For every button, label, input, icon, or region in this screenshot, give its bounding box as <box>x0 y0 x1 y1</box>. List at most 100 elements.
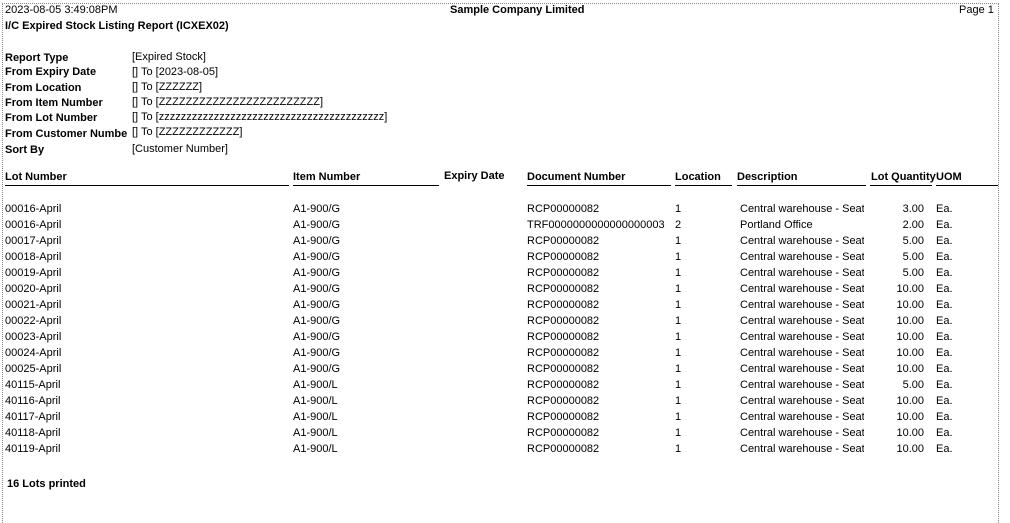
column-underline <box>527 185 671 186</box>
lot-number-cell: 00025-April <box>5 363 62 375</box>
table-row: 00016-April A1-900/G TRF0000000000000000… <box>0 219 1010 235</box>
table-row: 40115-April A1-900/L RCP00000082 1 Centr… <box>0 379 1010 395</box>
lot-number-cell: 00020-April <box>5 283 62 295</box>
table-row: 40117-April A1-900/L RCP00000082 1 Centr… <box>0 411 1010 427</box>
document-number-cell: RCP00000082 <box>527 427 600 439</box>
document-number-cell: RCP00000082 <box>527 363 600 375</box>
uom-cell: Ea. <box>936 299 953 311</box>
table-row: 00019-April A1-900/G RCP00000082 1 Centr… <box>0 267 1010 283</box>
document-number-cell: RCP00000082 <box>527 235 600 247</box>
lot-quantity-cell: 10.00 <box>896 283 924 295</box>
item-number-cell: A1-900/G <box>293 315 341 327</box>
location-cell: 1 <box>675 363 682 375</box>
item-number-cell: A1-900/L <box>293 411 338 423</box>
description-cell: Central warehouse - Seatt <box>740 427 864 439</box>
description-cell: Central warehouse - Seatt <box>740 283 864 295</box>
document-number-cell: RCP00000082 <box>527 347 600 359</box>
criteria-value: [Expired Stock] <box>132 51 206 63</box>
lot-number-cell: 00023-April <box>5 331 62 343</box>
lot-quantity-cell: 10.00 <box>896 299 924 311</box>
location-cell: 1 <box>675 235 682 247</box>
item-number-cell: A1-900/G <box>293 299 341 311</box>
lot-quantity-cell: 10.00 <box>896 331 924 343</box>
uom-cell: Ea. <box>936 379 953 391</box>
uom-cell: Ea. <box>936 331 953 343</box>
uom-cell: Ea. <box>936 363 953 375</box>
description-cell: Central warehouse - Seatt <box>740 267 864 279</box>
table-row: 40118-April A1-900/L RCP00000082 1 Centr… <box>0 427 1010 443</box>
criteria-value: [Customer Number] <box>132 143 228 155</box>
description-cell: Central warehouse - Seatt <box>740 315 864 327</box>
lot-number-cell: 40119-April <box>5 443 61 455</box>
location-cell: 1 <box>675 251 682 263</box>
lot-quantity-cell: 10.00 <box>896 443 924 455</box>
table-row: 00022-April A1-900/G RCP00000082 1 Centr… <box>0 315 1010 331</box>
lots-printed-summary: 16 Lots printed <box>7 478 86 490</box>
criteria-label: From Expiry Date <box>5 66 97 78</box>
uom-cell: Ea. <box>936 395 953 407</box>
location-cell: 1 <box>675 283 682 295</box>
item-number-cell: A1-900/G <box>293 267 341 279</box>
document-number-cell: RCP00000082 <box>527 395 600 407</box>
item-number-cell: A1-900/L <box>293 427 338 439</box>
description-cell: Central warehouse - Seatt <box>740 347 864 359</box>
description-cell: Central warehouse - Seatt <box>740 235 864 247</box>
criteria-value: [] To [zzzzzzzzzzzzzzzzzzzzzzzzzzzzzzzzz… <box>132 111 388 123</box>
item-number-cell: A1-900/L <box>293 443 338 455</box>
criteria-value: [] To [ZZZZZZZZZZZZ] <box>132 126 243 138</box>
description-cell: Central warehouse - Seatt <box>740 379 864 391</box>
lot-quantity-cell: 5.00 <box>902 251 924 263</box>
lot-number-cell: 00016-April <box>5 203 62 215</box>
criteria-label: From Item Number <box>5 97 103 109</box>
column-header-lot-quantity: Lot Quantity <box>871 171 936 183</box>
table-row: 00018-April A1-900/G RCP00000082 1 Centr… <box>0 251 1010 267</box>
lot-quantity-cell: 5.00 <box>902 267 924 279</box>
criteria-value: [] To [ZZZZZZ] <box>132 81 203 93</box>
document-number-cell: RCP00000082 <box>527 299 600 311</box>
location-cell: 1 <box>675 395 682 407</box>
column-header-expiry-date: Expiry Date <box>444 170 505 182</box>
table-row: 00025-April A1-900/G RCP00000082 1 Centr… <box>0 363 1010 379</box>
lot-number-cell: 40118-April <box>5 427 61 439</box>
document-number-cell: TRF0000000000000000003 <box>527 219 665 231</box>
item-number-cell: A1-900/G <box>293 283 341 295</box>
table-row: 00017-April A1-900/G RCP00000082 1 Centr… <box>0 235 1010 251</box>
location-cell: 1 <box>675 299 682 311</box>
page-number: Page 1 <box>959 4 994 16</box>
description-cell: Central warehouse - Seatt <box>740 395 864 407</box>
table-row: 00023-April A1-900/G RCP00000082 1 Centr… <box>0 331 1010 347</box>
uom-cell: Ea. <box>936 235 953 247</box>
lot-quantity-cell: 10.00 <box>896 363 924 375</box>
criteria-value: [] To [2023-08-05] <box>132 66 219 78</box>
lot-quantity-cell: 10.00 <box>896 395 924 407</box>
lot-number-cell: 00016-April <box>5 219 62 231</box>
document-number-cell: RCP00000082 <box>527 443 600 455</box>
lot-quantity-cell: 2.00 <box>902 219 924 231</box>
column-header-location: Location <box>675 171 721 183</box>
uom-cell: Ea. <box>936 411 953 423</box>
description-cell: Central warehouse - Seatt <box>740 331 864 343</box>
column-header-document-number: Document Number <box>527 171 626 183</box>
item-number-cell: A1-900/G <box>293 235 341 247</box>
item-number-cell: A1-900/G <box>293 363 341 375</box>
item-number-cell: A1-900/L <box>293 379 338 391</box>
lot-number-cell: 00019-April <box>5 267 62 279</box>
location-cell: 1 <box>675 203 682 215</box>
description-cell: Central warehouse - Seatt <box>740 203 864 215</box>
item-number-cell: A1-900/G <box>293 251 341 263</box>
report-title: I/C Expired Stock Listing Report (ICXEX0… <box>5 20 229 32</box>
column-header-uom: UOM <box>936 171 962 183</box>
uom-cell: Ea. <box>936 251 953 263</box>
description-cell: Central warehouse - Seatt <box>740 411 864 423</box>
location-cell: 1 <box>675 315 682 327</box>
lot-quantity-cell: 3.00 <box>902 203 924 215</box>
criteria-label: From Location <box>5 82 82 94</box>
location-cell: 1 <box>675 267 682 279</box>
table-row: 40116-April A1-900/L RCP00000082 1 Centr… <box>0 395 1010 411</box>
column-underline <box>737 185 866 186</box>
column-underline <box>936 185 998 186</box>
lot-quantity-cell: 5.00 <box>902 379 924 391</box>
lot-number-cell: 00021-April <box>5 299 62 311</box>
document-number-cell: RCP00000082 <box>527 331 600 343</box>
table-row: 00016-April A1-900/G RCP00000082 1 Centr… <box>0 203 1010 219</box>
